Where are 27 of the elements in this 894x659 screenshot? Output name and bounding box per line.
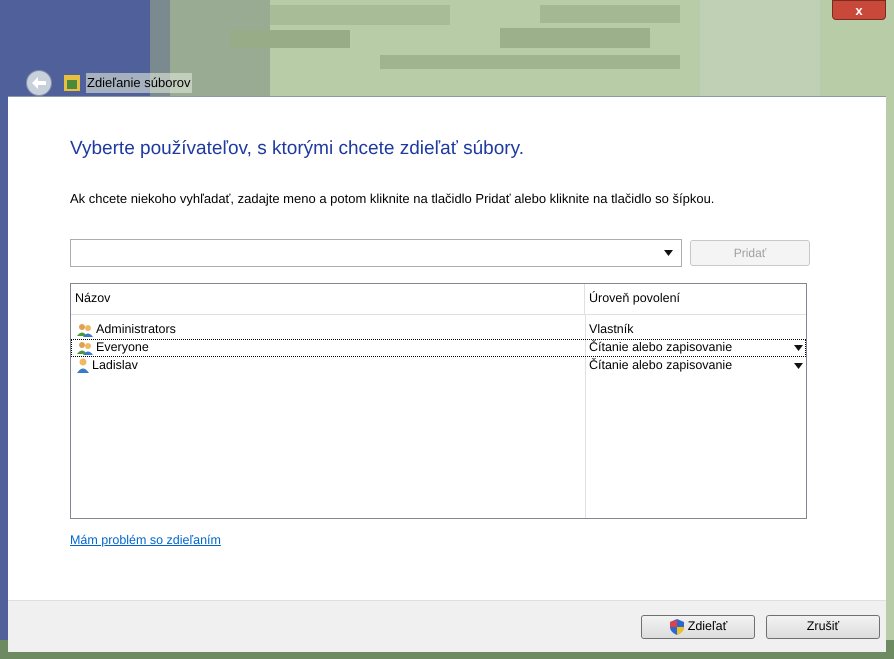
shield-icon bbox=[668, 618, 685, 634]
dropdown-arrow-icon bbox=[664, 250, 673, 256]
dialog-button[interactable]: Zdieľať bbox=[641, 614, 755, 638]
user-name: Everyone bbox=[96, 339, 149, 356]
close-button[interactable]: x bbox=[832, 0, 886, 20]
table-row[interactable]: Everyone Čítanie alebo zapisovanie bbox=[71, 338, 806, 356]
back-arrow-icon bbox=[32, 77, 46, 89]
dialog-button[interactable]: Zrušiť bbox=[766, 614, 880, 638]
help-link[interactable]: Mám problém so zdieľaním bbox=[70, 530, 221, 550]
dropdown-arrow-icon bbox=[794, 344, 803, 350]
table-row[interactable]: Administrators Vlastník bbox=[71, 320, 806, 338]
user-icon bbox=[77, 358, 89, 373]
permission-dropdown[interactable]: Čítanie alebo zapisovanie bbox=[585, 356, 806, 375]
instruction-text: Ak chcete niekoho vyhľadať, zadajte meno a potom kliknite na tlačidlo Pridať alebo kliknite na tlačidlo so šípkou. bbox=[70, 190, 716, 206]
column-header[interactable]: Úroveň povolení bbox=[585, 284, 806, 314]
window-title: Zdieľanie súborov bbox=[86, 73, 192, 93]
page-heading: Vyberte používateľov, s ktorými chcete zdieľať súbory. bbox=[70, 137, 525, 161]
users-icon bbox=[77, 322, 93, 336]
users-icon bbox=[77, 340, 93, 354]
dropdown-arrow-icon bbox=[794, 362, 803, 368]
user-name: Ladislav bbox=[92, 357, 138, 374]
sharing-icon bbox=[64, 75, 80, 91]
table-row[interactable]: Ladislav Čítanie alebo zapisovanie bbox=[71, 356, 806, 374]
permission-dropdown[interactable]: Čítanie alebo zapisovanie bbox=[585, 338, 806, 357]
user-name: Administrators bbox=[96, 321, 176, 338]
column-header[interactable]: Názov bbox=[71, 284, 585, 314]
permission-level: Vlastník bbox=[588, 321, 634, 338]
